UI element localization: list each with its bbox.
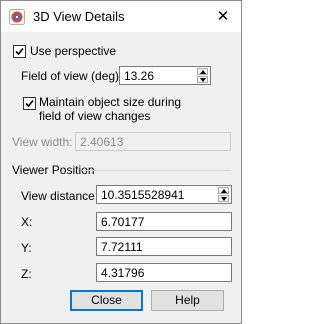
field-of-view-input[interactable]: 13.26 [119, 66, 211, 85]
z-input[interactable]: 4.31796 [96, 263, 232, 282]
view-distance-spinner[interactable] [218, 187, 229, 202]
field-of-view-spinner[interactable] [197, 68, 208, 83]
close-icon[interactable]: ✕ [205, 1, 241, 32]
spin-down-button[interactable] [218, 195, 229, 202]
window-title: 3D View Details [33, 9, 125, 24]
close-button[interactable]: Close [70, 290, 143, 311]
spin-up-button[interactable] [218, 187, 229, 194]
maintain-size-label-line1[interactable]: Maintain object size during [39, 95, 181, 109]
arrow-down-icon [200, 78, 206, 82]
spin-down-button[interactable] [197, 76, 208, 83]
arrow-down-icon [221, 197, 227, 201]
field-of-view-label: Field of view (deg): [21, 69, 123, 83]
z-value: 4.31796 [101, 266, 145, 280]
x-input[interactable]: 6.70177 [96, 212, 232, 231]
tecplot-app-icon [9, 9, 25, 25]
view-distance-label: View distance: [21, 189, 99, 203]
dialog-window: 3D View Details ✕ Use perspective Field … [0, 0, 242, 324]
view-distance-input[interactable]: 10.3515528941 [96, 185, 232, 204]
x-label: X: [21, 215, 33, 229]
title-bar[interactable]: 3D View Details ✕ [1, 1, 241, 32]
view-width-label: View width: [12, 135, 73, 149]
view-distance-value: 10.3515528941 [101, 188, 185, 202]
use-perspective-checkbox[interactable] [13, 45, 26, 58]
view-width-value: 2.40613 [80, 135, 124, 149]
field-of-view-value: 13.26 [124, 69, 155, 83]
maintain-size-checkbox[interactable] [23, 97, 36, 110]
y-input[interactable]: 7.72111 [96, 237, 232, 256]
view-width-input: 2.40613 [75, 132, 231, 151]
arrow-up-icon [221, 189, 227, 193]
help-button[interactable]: Help [151, 290, 224, 311]
z-label: Z: [21, 267, 32, 281]
arrow-up-icon [200, 70, 206, 74]
checkmark-icon [25, 99, 34, 108]
maintain-size-label-line2[interactable]: field of view changes [39, 109, 150, 123]
dialog-body: Use perspective Field of view (deg): 13.… [1, 32, 241, 323]
y-value: 7.72111 [101, 240, 143, 254]
use-perspective-label[interactable]: Use perspective [30, 44, 116, 58]
y-label: Y: [21, 241, 32, 255]
spin-up-button[interactable] [197, 68, 208, 75]
x-value: 6.70177 [101, 215, 145, 229]
checkmark-icon [15, 47, 24, 56]
group-divider [82, 170, 231, 171]
